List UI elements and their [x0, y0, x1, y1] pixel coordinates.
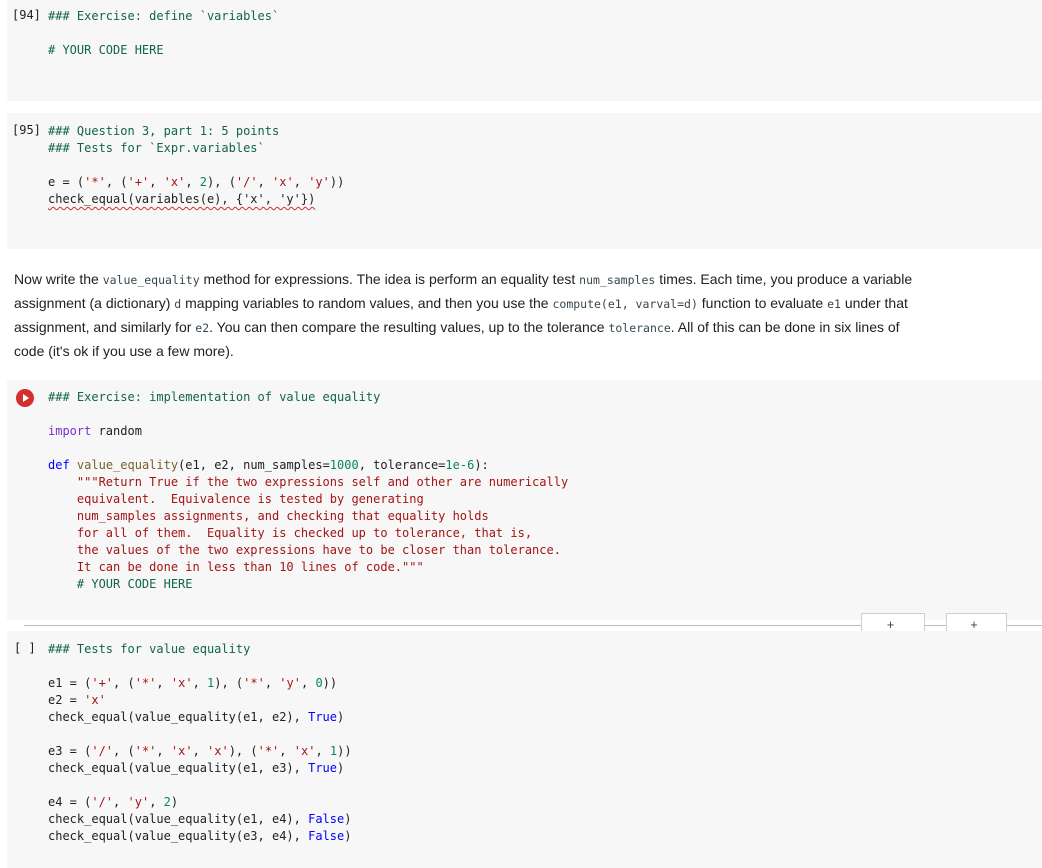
cell-execution-count: [94] — [12, 8, 41, 22]
code-editor[interactable]: ### Exercise: define `variables` # YOUR … — [48, 8, 279, 59]
cell-execution-count: [95] — [12, 123, 41, 137]
code-editor[interactable]: ### Exercise: implementation of value eq… — [48, 389, 568, 593]
cell-execution-count: [ ] — [14, 641, 36, 655]
code-editor[interactable]: ### Question 3, part 1: 5 points ### Tes… — [48, 123, 344, 208]
code-cell-95[interactable]: [95] ### Question 3, part 1: 5 points ##… — [7, 113, 1042, 249]
code-editor[interactable]: ### Tests for value equality e1 = ('+', … — [48, 641, 352, 845]
code-cell-tests[interactable]: [ ] ### Tests for value equality e1 = ('… — [7, 631, 1042, 868]
run-cell-button[interactable] — [16, 389, 34, 407]
code-cell-94[interactable]: [94] ### Exercise: define `variables` # … — [7, 0, 1042, 101]
plus-icon: + — [886, 618, 895, 632]
error-squiggle-line: check_equal(variables(e), {'x', 'y'}) — [48, 192, 316, 206]
plus-icon: + — [970, 618, 978, 632]
text-cell[interactable]: Now write the value_equality method for … — [14, 268, 914, 363]
text-paragraph: Now write the value_equality method for … — [14, 271, 913, 359]
code-cell-implementation[interactable]: ### Exercise: implementation of value eq… — [7, 380, 1042, 620]
